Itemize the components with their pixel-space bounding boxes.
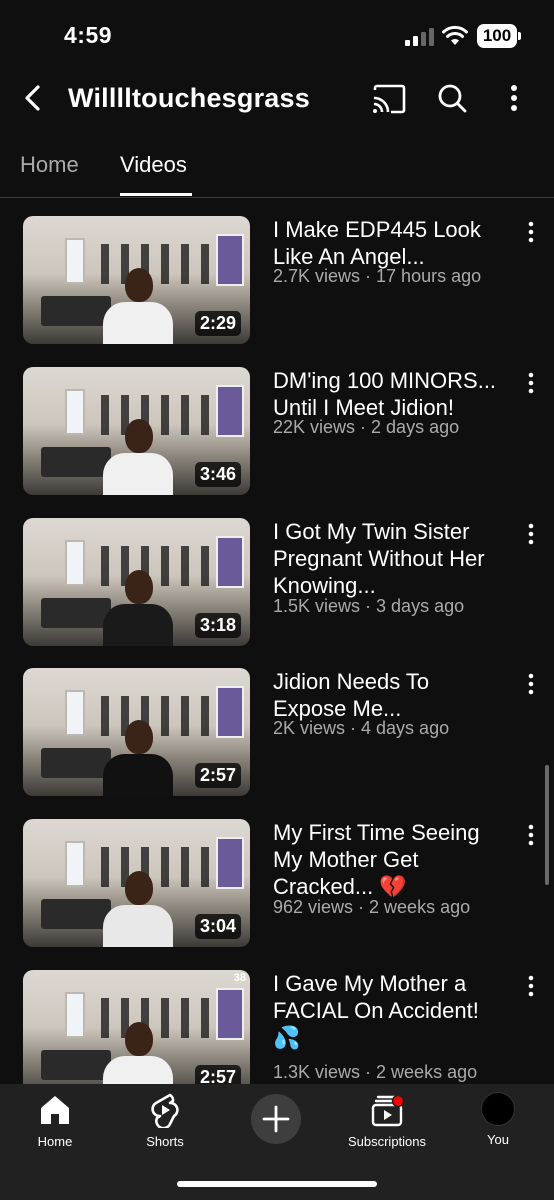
video-more-icon[interactable] xyxy=(522,974,540,998)
video-title[interactable]: DM'ing 100 MINORS... Until I Meet Jidion… xyxy=(273,367,509,421)
video-thumbnail[interactable]: 2:57 xyxy=(23,668,250,796)
video-item[interactable]: 2:57 Jidion Needs To Expose Me... 2K vie… xyxy=(0,668,554,798)
wifi-icon xyxy=(442,25,468,45)
active-tab-indicator xyxy=(120,193,192,196)
cellular-signal-icon xyxy=(405,28,434,46)
video-item[interactable]: 2:29 I Make EDP445 Look Like An Angel...… xyxy=(0,216,554,346)
video-duration: 2:57 xyxy=(194,763,241,788)
more-options-icon[interactable] xyxy=(500,82,528,114)
shorts-icon xyxy=(151,1093,179,1128)
video-title[interactable]: Jidion Needs To Expose Me... xyxy=(273,668,509,722)
video-more-icon[interactable] xyxy=(522,672,540,696)
create-button[interactable] xyxy=(251,1094,301,1144)
video-meta: 2K views · 4 days ago xyxy=(273,718,450,738)
video-thumbnail[interactable]: 38 2:57 xyxy=(23,970,250,1098)
video-meta: 2.7K views · 17 hours ago xyxy=(273,266,482,286)
cast-icon[interactable] xyxy=(372,84,406,114)
video-thumbnail[interactable]: 3:46 xyxy=(23,367,250,495)
home-icon xyxy=(41,1096,69,1124)
battery-indicator: 100 xyxy=(477,24,521,48)
home-indicator[interactable] xyxy=(177,1181,377,1187)
channel-tabs: Home Videos xyxy=(0,138,554,198)
video-title[interactable]: My First Time Seeing My Mother Get Crack… xyxy=(273,819,509,900)
tab-home[interactable]: Home xyxy=(20,152,79,178)
nav-subscriptions-label: Subscriptions xyxy=(347,1134,427,1149)
video-title[interactable]: I Got My Twin Sister Pregnant Without He… xyxy=(273,518,509,599)
video-duration: 2:29 xyxy=(194,311,241,336)
nav-shorts[interactable]: Shorts xyxy=(115,1092,215,1149)
video-duration: 3:04 xyxy=(194,914,241,939)
search-icon[interactable] xyxy=(436,82,468,114)
nav-you-label: You xyxy=(487,1132,509,1147)
video-meta: 962 views · 2 weeks ago xyxy=(273,897,471,917)
thumbnail-badge: 38 xyxy=(233,972,246,984)
scrollbar[interactable] xyxy=(545,765,549,885)
video-item[interactable]: 3:46 DM'ing 100 MINORS... Until I Meet J… xyxy=(0,367,554,497)
nav-you[interactable]: You xyxy=(448,1092,548,1147)
status-time: 4:59 xyxy=(64,22,113,48)
nav-home[interactable]: Home xyxy=(5,1092,105,1149)
video-meta: 1.5K views · 3 days ago xyxy=(273,596,465,616)
video-thumbnail[interactable]: 3:18 xyxy=(23,518,250,646)
video-more-icon[interactable] xyxy=(522,371,540,395)
video-meta: 1.3K views · 2 weeks ago xyxy=(273,1062,478,1082)
video-thumbnail[interactable]: 2:29 xyxy=(23,216,250,344)
video-more-icon[interactable] xyxy=(522,823,540,847)
video-meta: 22K views · 2 days ago xyxy=(273,417,460,437)
nav-home-label: Home xyxy=(37,1134,73,1149)
create-icon xyxy=(262,1105,290,1133)
video-item[interactable]: 3:18 I Got My Twin Sister Pregnant Witho… xyxy=(0,518,554,648)
subscriptions-icon xyxy=(371,1094,405,1127)
video-title[interactable]: I Make EDP445 Look Like An Angel... xyxy=(273,216,509,270)
channel-title: Willlltouchesgrass xyxy=(68,83,310,113)
status-bar: 4:59 100 xyxy=(0,0,554,68)
nav-shorts-label: Shorts xyxy=(146,1134,184,1149)
channel-header: Willlltouchesgrass xyxy=(0,70,554,130)
video-more-icon[interactable] xyxy=(522,522,540,546)
video-item[interactable]: 3:04 My First Time Seeing My Mother Get … xyxy=(0,819,554,949)
video-title[interactable]: I Gave My Mother a FACIAL On Accident! 💦 xyxy=(273,970,509,1051)
tab-videos[interactable]: Videos xyxy=(120,152,187,178)
avatar xyxy=(481,1092,515,1126)
video-more-icon[interactable] xyxy=(522,220,540,244)
video-duration: 3:46 xyxy=(194,462,241,487)
video-duration: 3:18 xyxy=(194,613,241,638)
video-item[interactable]: 38 2:57 I Gave My Mother a FACIAL On Acc… xyxy=(0,970,554,1100)
nav-subscriptions[interactable]: Subscriptions xyxy=(337,1092,437,1149)
video-thumbnail[interactable]: 3:04 xyxy=(23,819,250,947)
back-button[interactable] xyxy=(18,82,50,114)
